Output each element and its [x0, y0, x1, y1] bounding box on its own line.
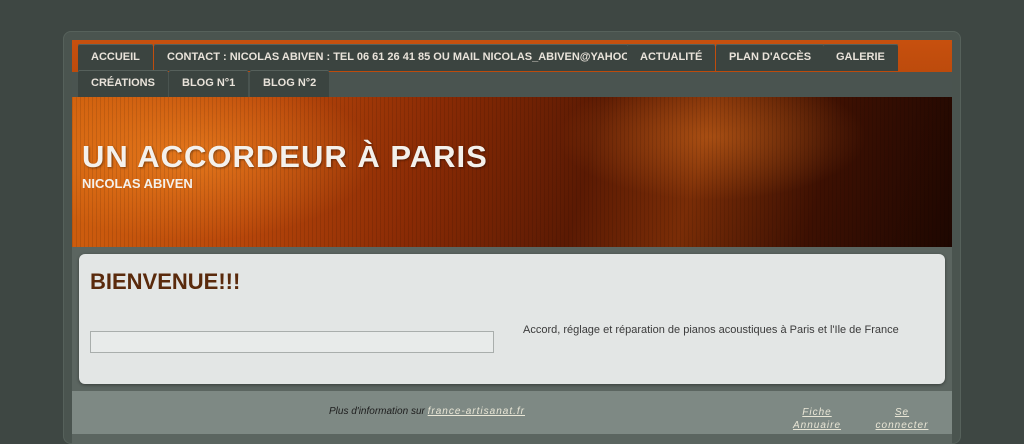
se-connecter-link[interactable]: Se connecter: [872, 406, 932, 432]
footer-info-prefix: Plus d'information sur: [329, 406, 425, 417]
nav-tab-galerie[interactable]: Galerie: [823, 44, 898, 71]
nav-tab-actualite[interactable]: Actualité: [627, 44, 716, 71]
fiche-annuaire-line2: Annuaire: [792, 420, 842, 431]
footer-info: Plus d'information sur france-artisanat.…: [329, 406, 525, 417]
main-content: BIENVENUE!!! Accord, réglage et réparati…: [79, 254, 945, 384]
description-text: Accord, réglage et réparation de pianos …: [523, 324, 899, 336]
nav-tab-accueil[interactable]: Accueil: [78, 44, 153, 71]
nav-tab-creations[interactable]: Créations: [78, 70, 168, 97]
header-banner: UN ACCORDEUR À PARIS NICOLAS ABIVEN: [72, 97, 952, 247]
page-heading: BIENVENUE!!!: [90, 269, 241, 294]
se-connecter-line2: connecter: [875, 420, 929, 431]
site-subtitle: NICOLAS ABIVEN: [82, 176, 193, 191]
france-artisanat-link[interactable]: france-artisanat.fr: [428, 406, 525, 417]
fiche-annuaire-link[interactable]: Fiche Annuaire: [787, 406, 847, 432]
fiche-annuaire-line1: Fiche: [802, 407, 832, 418]
se-connecter-line1: Se: [894, 407, 910, 418]
footer: Plus d'information sur france-artisanat.…: [72, 391, 952, 434]
site-title[interactable]: UN ACCORDEUR À PARIS: [82, 139, 488, 175]
nav-tab-blog-1[interactable]: Blog n°1: [169, 70, 249, 97]
empty-input-box[interactable]: [90, 331, 494, 353]
nav-tab-blog-2[interactable]: Blog N°2: [250, 70, 330, 97]
nav-tab-plan-acces[interactable]: Plan d'accès: [716, 44, 825, 71]
nav-tab-contact[interactable]: Contact : Nicolas Abiven : tel 06 61 26 …: [154, 44, 661, 71]
